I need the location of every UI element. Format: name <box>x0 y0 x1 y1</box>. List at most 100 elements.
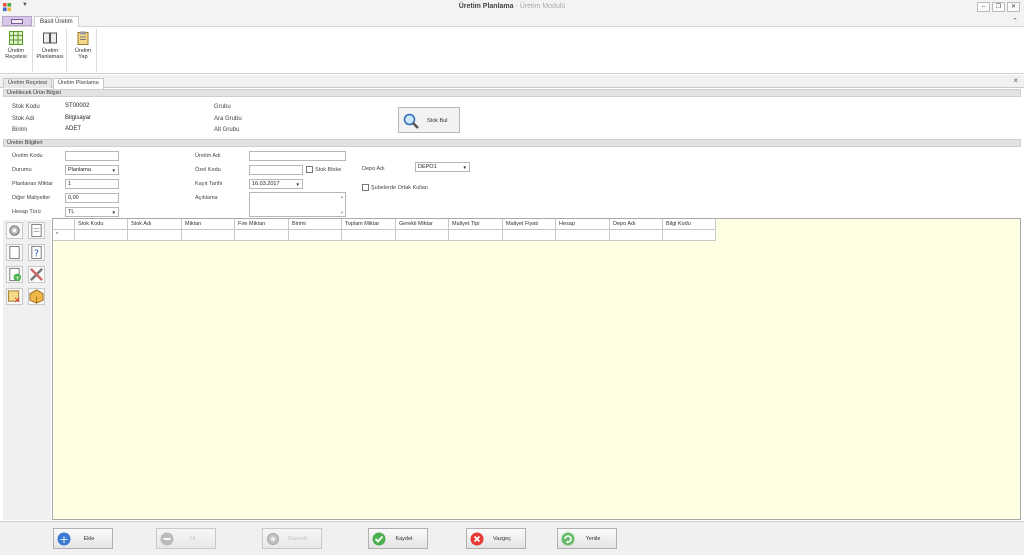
window-title: Üretim Planlama - Üretim Modulü <box>0 3 1024 10</box>
stok-adi-label: Stok Adi <box>12 116 35 122</box>
aciklama-textarea[interactable]: ▲ ▼ <box>249 192 346 217</box>
aciklama-label: Açıklama <box>195 195 218 201</box>
grid-header-miktari[interactable]: Miktarı <box>182 219 235 230</box>
uretim-recetesi-label-2: Reçetesi <box>5 54 27 60</box>
delete-table-icon: ✕ <box>7 290 21 305</box>
table-cell[interactable] <box>289 230 342 241</box>
svg-text:+: + <box>15 274 20 282</box>
minimize-button[interactable]: – <box>977 2 990 12</box>
tools-icon <box>30 268 43 281</box>
tab-uretim-recetesi[interactable]: Üretim Reçetesi <box>3 78 53 88</box>
table-cell[interactable] <box>75 230 128 241</box>
ribbon-collapse-icon[interactable]: ⌃ <box>1012 17 1018 25</box>
help-button[interactable]: ? <box>28 244 45 261</box>
delete-table-button[interactable]: ✕ <box>6 288 23 305</box>
tab-uretim-planlama[interactable]: Üretim Planlama <box>53 78 104 89</box>
svg-text:?: ? <box>34 248 39 259</box>
uretim-kodu-input[interactable] <box>65 151 119 161</box>
grid-header-fire-miktari[interactable]: Fire Miktarı <box>235 219 289 230</box>
new-page-button[interactable] <box>6 244 23 261</box>
ekle-button[interactable]: + Ekle <box>53 528 113 549</box>
help-icon: ? <box>31 245 42 259</box>
scroll-up-icon[interactable]: ▲ <box>340 194 344 199</box>
grid-header-gerekli-miktar[interactable]: Gerekli Miktar <box>396 219 449 230</box>
window-title-main: Üretim Planlama <box>458 3 514 10</box>
file-menu-button[interactable] <box>2 16 32 26</box>
grid-header-depo-adi[interactable]: Depo Adı <box>610 219 663 230</box>
restore-button[interactable]: ❐ <box>992 2 1005 12</box>
close-document-icon[interactable]: × <box>1013 76 1018 85</box>
title-bar: ▼ Üretim Planlama - Üretim Modulü – ❐ ✕ <box>0 0 1024 15</box>
hesap-turu-select[interactable]: TL <box>65 207 119 217</box>
settings-button[interactable] <box>6 222 23 239</box>
magnifier-icon <box>403 113 419 129</box>
table-cell[interactable] <box>342 230 396 241</box>
grid-header-birimi[interactable]: Birimi <box>289 219 342 230</box>
yenile-button[interactable]: Yenile <box>557 528 617 549</box>
stok-bloke-checkbox[interactable] <box>306 166 313 173</box>
uretim-planlamasi-label-2: Planlaması <box>36 54 64 60</box>
table-cell[interactable] <box>128 230 182 241</box>
stok-kodu-label: Stok Kodu <box>12 104 40 110</box>
grid-header-stok-adi[interactable]: Stok Adı <box>128 219 182 230</box>
depo-adi-select[interactable]: DEPO1 <box>415 162 470 172</box>
duzenle-label: Düzenle <box>287 536 309 542</box>
grid-header-maliyet-fiyati[interactable]: Maliyet Fiyatı <box>503 219 556 230</box>
close-window-button[interactable]: ✕ <box>1007 2 1020 12</box>
hesap-turu-label: Hesap Türü <box>12 209 41 215</box>
production-grid[interactable]: Stok Kodu Stok Adı Miktarı Fire Miktarı … <box>52 218 1021 520</box>
kaydet-button[interactable]: Kaydet <box>368 528 428 549</box>
grid-header-stok-kodu[interactable]: Stok Kodu <box>75 219 128 230</box>
grid-header-toplam-miktar[interactable]: Toplam Miktar <box>342 219 396 230</box>
scroll-down-icon[interactable]: ▼ <box>340 210 344 215</box>
diger-maliyetler-input[interactable]: 0,00 <box>65 193 119 203</box>
book-icon <box>43 32 57 44</box>
vazgec-button[interactable]: Vazgeç <box>466 528 526 549</box>
birimi-label: Birimi <box>12 127 27 133</box>
document-icon <box>31 223 42 238</box>
grid-icon <box>9 31 23 45</box>
bottom-action-bar: + Ekle Sil Düzenle Kaydet Vazgeç Yenile <box>0 521 1024 555</box>
table-cell[interactable] <box>663 230 716 241</box>
tools-button[interactable] <box>28 266 45 283</box>
table-cell[interactable] <box>610 230 663 241</box>
sil-button[interactable]: Sil <box>156 528 216 549</box>
ekle-label: Ekle <box>83 536 95 542</box>
kayit-tarihi-value: 16.03.2017 <box>252 181 280 187</box>
table-cell[interactable] <box>235 230 289 241</box>
stok-bul-button[interactable]: Stok Bul <box>398 107 460 133</box>
subelerde-ortak-kullan-checkbox[interactable] <box>362 184 369 191</box>
kayit-tarihi-date[interactable]: 16.03.2017 <box>249 179 303 189</box>
table-row[interactable]: * <box>53 230 716 241</box>
stok-kodu-value: ST00002 <box>65 103 90 109</box>
planlanan-miktar-input[interactable]: 1 <box>65 179 119 189</box>
durumu-select[interactable]: Planlama <box>65 165 119 175</box>
stok-bul-label: Stok Bul <box>427 118 448 124</box>
subelerde-ortak-kullan-label: Şubelerde Ortak Kullan <box>371 185 428 191</box>
grid-header-maliyet-tipi[interactable]: Maliyet Tipi <box>449 219 503 230</box>
gear-icon <box>9 225 20 236</box>
table-cell[interactable] <box>182 230 235 241</box>
ribbon: Üretim Reçetesi Üretim Planlaması Üretim… <box>0 27 1024 74</box>
kaydet-label: Kaydet <box>395 536 413 542</box>
uretim-planlamasi-button[interactable]: Üretim Planlaması <box>35 31 65 60</box>
package-button[interactable] <box>28 288 45 305</box>
uretim-yap-button[interactable]: Üretim Yap <box>68 31 98 60</box>
uretim-recetesi-button[interactable]: Üretim Reçetesi <box>1 31 31 60</box>
table-cell[interactable] <box>449 230 503 241</box>
grid-toolbar: ? + ✕ <box>3 220 51 520</box>
grid-header-bilgi-kodu[interactable]: Bilgi Kodu <box>663 219 716 230</box>
table-cell[interactable] <box>556 230 610 241</box>
document-button[interactable] <box>28 222 45 239</box>
ozel-kodu-input[interactable] <box>249 165 303 175</box>
grid-header-hesap[interactable]: Hesap <box>556 219 610 230</box>
duzenle-button[interactable]: Düzenle <box>262 528 322 549</box>
uretim-adi-input[interactable] <box>249 151 346 161</box>
depo-adi-label: Depo Adı <box>362 166 385 172</box>
table-cell[interactable] <box>396 230 449 241</box>
ozel-kodu-label: Özel Kodu <box>195 167 221 173</box>
add-page-button[interactable]: + <box>6 266 23 283</box>
hesap-turu-value: TL <box>68 209 75 215</box>
table-cell[interactable] <box>503 230 556 241</box>
tab-basit-uretim[interactable]: Basit Üretim <box>34 16 79 27</box>
